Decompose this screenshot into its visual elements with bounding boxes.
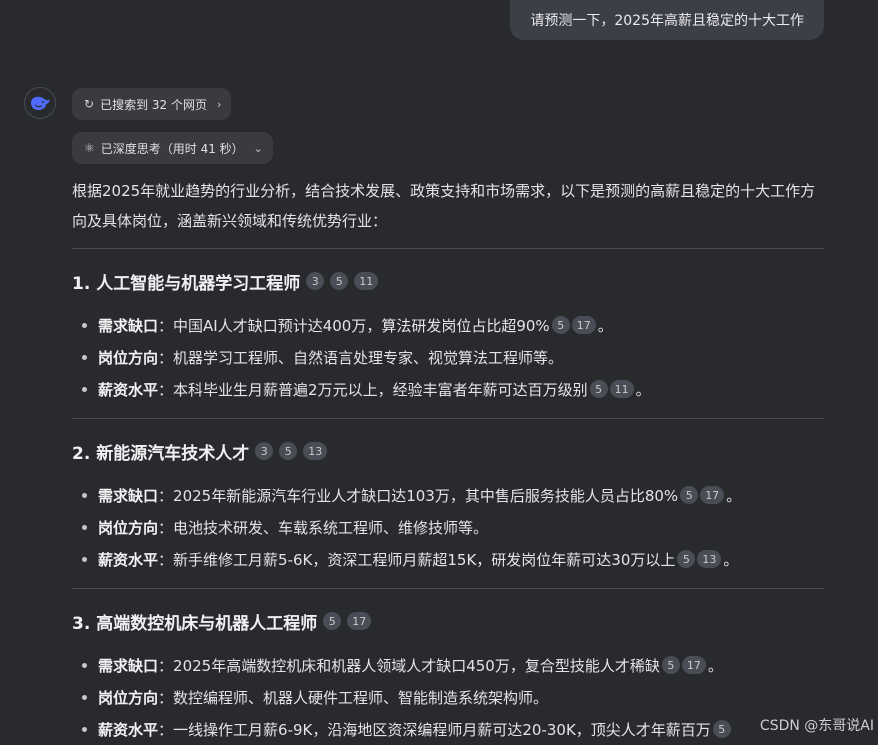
list-item: 需求缺口： 2025年高端数控机床和机器人领域人才缺口450万，复合型技能人才稀缺…	[72, 649, 824, 681]
citation-badge[interactable]: 17	[347, 612, 372, 630]
item-key: 岗位方向	[98, 348, 159, 367]
citation-badge[interactable]: 13	[303, 442, 328, 460]
item-separator: ：	[158, 656, 174, 675]
item-end-punct: 。	[726, 486, 742, 505]
item-text: 2025年高端数控机床和机器人领域人才缺口450万，复合型技能人才稀缺	[173, 656, 660, 675]
divider	[72, 588, 824, 589]
divider	[72, 418, 824, 419]
item-end-punct: 。	[597, 316, 613, 335]
item-key: 薪资水平	[98, 380, 159, 399]
item-separator: ：	[158, 380, 174, 399]
assistant-avatar	[24, 87, 56, 119]
item-key: 薪资水平	[98, 550, 159, 569]
deep-thinking-chip[interactable]: ⚛ 已深度思考（用时 41 秒） ⌄	[72, 132, 273, 164]
citation-badge[interactable]: 5	[712, 720, 731, 738]
list-item: 薪资水平：本科毕业生月薪普遍2万元以上，经验丰富者年薪可达百万级别 5 11。	[72, 373, 824, 405]
section-title: 3. 高端数控机床与机器人工程师 5 17	[72, 605, 824, 637]
item-key: 岗位方向	[98, 688, 159, 707]
item-end-punct: 。	[635, 380, 651, 399]
item-key: 需求缺口	[98, 656, 159, 675]
chevron-right-icon: ›	[216, 97, 222, 111]
section-title-text: 3. 高端数控机床与机器人工程师	[72, 613, 318, 634]
citation-badge[interactable]: 5	[330, 272, 349, 290]
citation-badge[interactable]: 11	[609, 380, 634, 398]
section-3: 3. 高端数控机床与机器人工程师 5 17 需求缺口： 2025年高端数控机床和机器人领…	[72, 605, 824, 745]
item-key: 需求缺口	[98, 486, 159, 505]
section-title-text: 2. 新能源汽车技术人才	[72, 443, 250, 464]
item-text: 2025年新能源汽车行业人才缺口达103万，其中售后服务技能人员占比80%	[173, 486, 679, 505]
list-item: 需求缺口： 2025年新能源汽车行业人才缺口达103万，其中售后服务技能人员占比8…	[72, 479, 824, 511]
citation-badge[interactable]: 5	[551, 316, 570, 334]
section-2: 2. 新能源汽车技术人才 3 5 13 需求缺口： 2025年新能源汽车行业人才缺口达10…	[72, 435, 824, 589]
citation-badge[interactable]: 5	[677, 550, 696, 568]
list-item: 岗位方向：电池技术研发、车载系统工程师、维修技师等。	[72, 511, 824, 543]
citation-badge[interactable]: 3	[255, 442, 274, 460]
citation-badge[interactable]: 5	[589, 380, 608, 398]
refresh-search-icon: ↻	[84, 97, 95, 111]
citation-badge[interactable]: 17	[700, 486, 725, 504]
bullet-list: 需求缺口： 2025年高端数控机床和机器人领域人才缺口450万，复合型技能人才稀缺…	[72, 649, 824, 745]
item-end-punct: 。	[707, 656, 723, 675]
citation-badge[interactable]: 11	[354, 272, 379, 290]
intro-paragraph: 根据2025年就业趋势的行业分析，结合技术发展、政策支持和市场需求，以下是预测的…	[72, 182, 816, 230]
citation-badge[interactable]: 5	[279, 442, 298, 460]
atom-icon: ⚛	[84, 141, 95, 155]
list-item: 薪资水平：新手维修工月薪5-6K，资深工程师月薪超15K，研发岗位年薪可达30万…	[72, 543, 824, 575]
whale-logo-icon	[31, 96, 50, 110]
section-title: 1. 人工智能与机器学习工程师 3 5 11	[72, 265, 824, 297]
section-title-text: 1. 人工智能与机器学习工程师	[72, 273, 301, 294]
citation-badge[interactable]: 17	[571, 316, 596, 334]
item-separator: ：	[158, 688, 174, 707]
item-separator: ：	[158, 720, 174, 739]
item-separator: ：	[158, 518, 174, 537]
item-text: 中国AI人才缺口预计达400万，算法研发岗位占比超90%	[173, 316, 550, 335]
citation-badge[interactable]: 17	[681, 656, 706, 674]
citation-badge[interactable]: 13	[697, 550, 722, 568]
citation-badge[interactable]: 3	[306, 272, 325, 290]
citation-badge[interactable]: 5	[680, 486, 699, 504]
item-separator: ：	[158, 316, 174, 335]
item-text: 机器学习工程师、自然语言处理专家、视觉算法工程师等。	[173, 348, 564, 367]
watermark: CSDN @东哥说AI	[759, 718, 874, 734]
item-text: 数控编程师、机器人硬件工程师、智能制造系统架构师。	[173, 688, 549, 707]
item-key: 岗位方向	[98, 518, 159, 537]
section-title: 2. 新能源汽车技术人才 3 5 13	[72, 435, 824, 467]
citation-badge[interactable]: 5	[323, 612, 342, 630]
item-text: 新手维修工月薪5-6K，资深工程师月薪超15K，研发岗位年薪可达30万以上	[173, 550, 676, 569]
section-1: 1. 人工智能与机器学习工程师 3 5 11 需求缺口：中国AI人才缺口预计达400万，…	[72, 265, 824, 419]
list-item: 岗位方向：机器学习工程师、自然语言处理专家、视觉算法工程师等。	[72, 341, 824, 373]
item-separator: ：	[158, 348, 174, 367]
item-text: 电池技术研发、车载系统工程师、维修技师等。	[173, 518, 489, 537]
item-key: 薪资水平	[98, 720, 159, 739]
deep-thinking-label: 已深度思考（用时 41 秒）	[100, 141, 244, 156]
search-results-label: 已搜索到 32 个网页	[100, 97, 207, 112]
chevron-down-icon: ⌄	[253, 141, 263, 155]
item-text: 本科毕业生月薪普遍2万元以上，经验丰富者年薪可达百万级别	[173, 380, 588, 399]
user-message-bubble: 请预测一下，2025年高薪且稳定的十大工作	[510, 0, 824, 40]
item-separator: ：	[158, 550, 174, 569]
bullet-list: 需求缺口： 2025年新能源汽车行业人才缺口达103万，其中售后服务技能人员占比8…	[72, 479, 824, 575]
citation-badge[interactable]: 5	[661, 656, 680, 674]
item-key: 需求缺口	[98, 316, 159, 335]
bullet-list: 需求缺口：中国AI人才缺口预计达400万，算法研发岗位占比超90% 5 17。岗位方…	[72, 309, 824, 405]
item-end-punct: 。	[723, 550, 739, 569]
divider	[72, 248, 824, 249]
search-results-chip[interactable]: ↻ 已搜索到 32 个网页 ›	[72, 88, 232, 120]
list-item: 薪资水平：一线操作工月薪6-9K，沿海地区资深编程师月薪可达20-30K，顶尖人…	[72, 713, 824, 745]
assistant-response: 根据2025年就业趋势的行业分析，结合技术发展、政策支持和市场需求，以下是预测的…	[72, 176, 824, 745]
item-text: 一线操作工月薪6-9K，沿海地区资深编程师月薪可达20-30K，顶尖人才年薪百万	[173, 720, 711, 739]
list-item: 需求缺口：中国AI人才缺口预计达400万，算法研发岗位占比超90% 5 17。	[72, 309, 824, 341]
list-item: 岗位方向：数控编程师、机器人硬件工程师、智能制造系统架构师。	[72, 681, 824, 713]
user-message-text: 请预测一下，2025年高薪且稳定的十大工作	[530, 13, 804, 29]
item-separator: ：	[158, 486, 174, 505]
